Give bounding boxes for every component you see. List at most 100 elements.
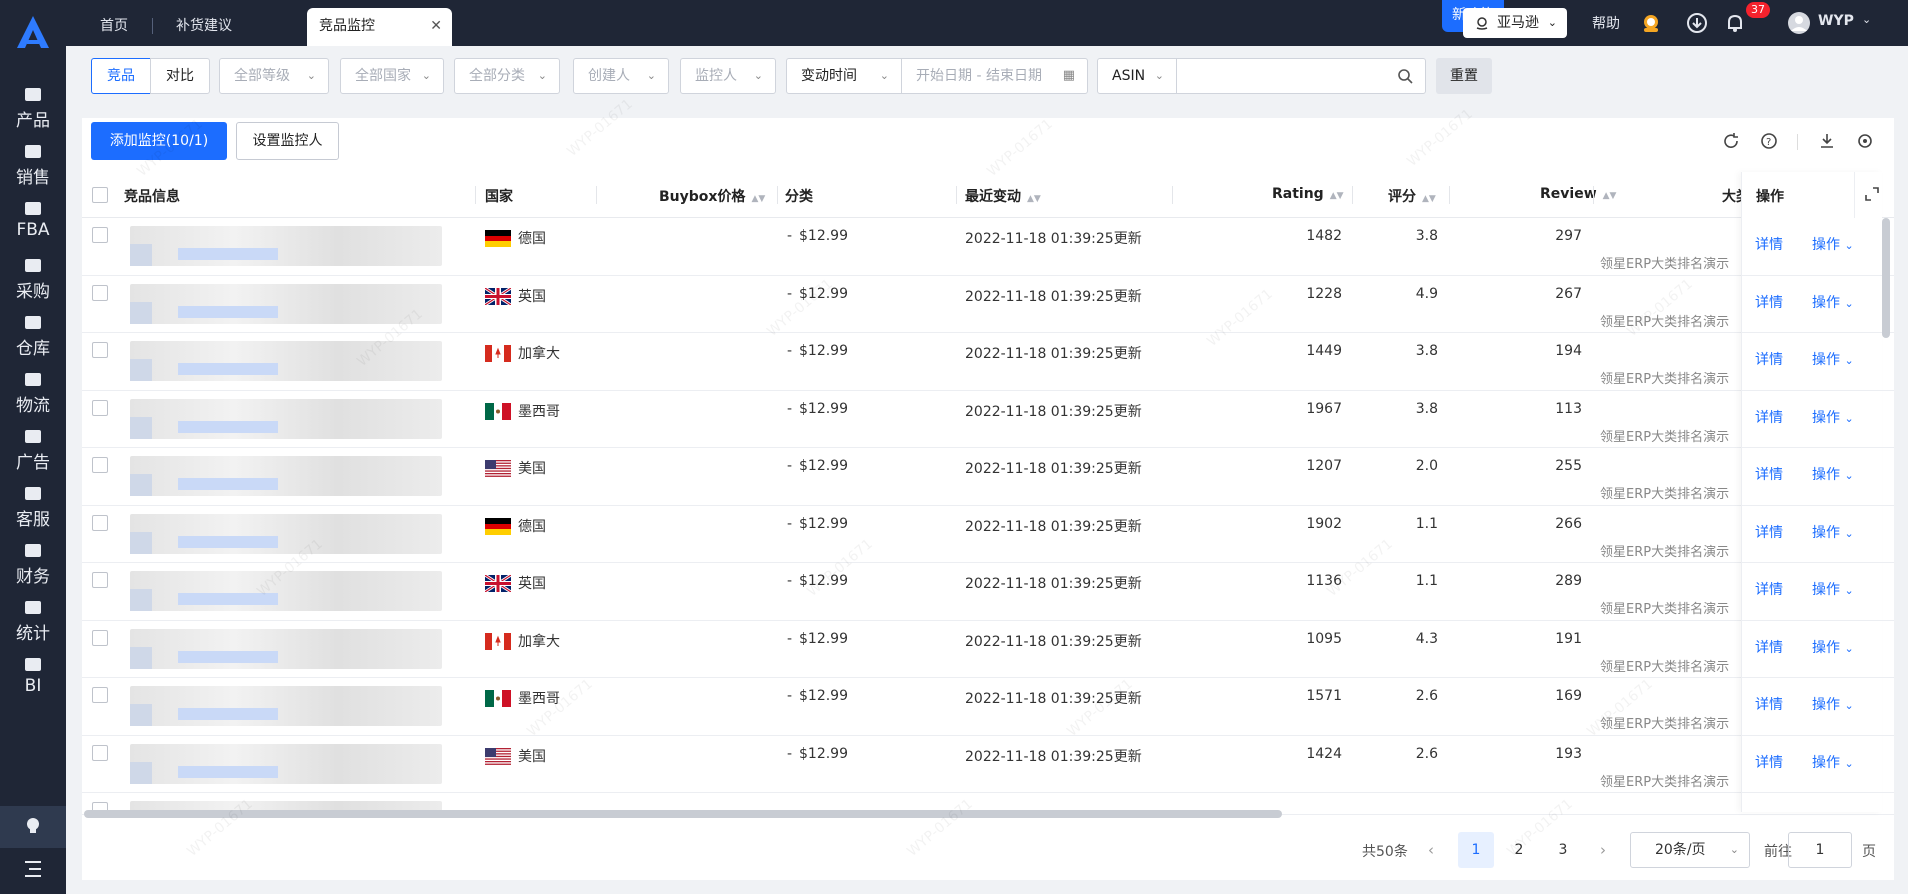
level-select[interactable]: 全部等级 ⌄ [219,58,329,94]
row-checkbox[interactable] [92,572,108,588]
product-asin-redacted[interactable] [178,363,278,375]
row-checkbox[interactable] [92,457,108,473]
row-checkbox[interactable] [92,342,108,358]
sidebar-item-warehouse[interactable]: 仓库 [0,302,66,362]
time-type-select[interactable]: 变动时间 ⌄ [786,58,902,94]
product-thumbnail[interactable] [130,704,152,726]
product-asin-redacted[interactable] [178,708,278,720]
product-asin-redacted[interactable] [178,765,278,778]
select-all-checkbox[interactable] [92,187,108,203]
page-2[interactable]: 2 [1501,832,1537,868]
tab-home[interactable]: 首页 [88,8,140,46]
sidebar-item-ads[interactable]: 广告 [0,416,66,476]
sort-icon[interactable]: ▲▼ [1603,191,1617,201]
product-asin-redacted[interactable] [178,248,278,260]
asin-type-select[interactable]: ASIN ⌄ [1097,58,1177,94]
app-logo-icon[interactable] [13,14,53,50]
table-row[interactable]: 德国 $12.99- 2022-11-18 01:39:25更新 1482 3.8 297… [82,218,1894,276]
search-input[interactable] [1176,58,1426,94]
tab-competitor-monitor[interactable]: 竞品监控 ✕ [307,8,452,46]
sidebar-item-finance[interactable]: 财务 [0,530,66,590]
more-actions-dropdown[interactable]: 操作 ⌄ [1812,234,1854,254]
page-size-select[interactable]: 20条/页 ⌄ [1630,832,1750,868]
table-row[interactable]: 美国 $12.99- 2022-11-18 01:39:25更新 1424 2.6 193… [82,735,1894,793]
detail-link[interactable]: 详情 [1755,292,1783,312]
product-asin-redacted[interactable] [178,478,278,490]
sidebar-item-service[interactable]: 客服 [0,473,66,533]
sidebar-item-stats[interactable]: 统计 [0,587,66,647]
row-checkbox[interactable] [92,744,108,761]
table-row[interactable]: 德国 $12.99- 2022-11-18 01:39:25更新 1902 1.1 266… [82,505,1894,563]
row-checkbox[interactable] [92,629,108,646]
row-checkbox[interactable] [92,284,108,301]
next-page-icon[interactable]: › [1600,841,1606,859]
col-score[interactable]: 评分 ▲▼ [1388,186,1436,206]
sidebar-item-product[interactable]: 产品 [0,74,66,134]
more-actions-dropdown[interactable]: 操作 ⌄ [1812,579,1854,599]
col-buybox[interactable]: Buybox价格 ▲▼ [659,186,765,206]
detail-link[interactable]: 详情 [1755,234,1783,254]
refresh-icon[interactable] [1722,132,1740,150]
more-actions-dropdown[interactable]: 操作 ⌄ [1812,349,1854,369]
more-actions-dropdown[interactable]: 操作 ⌄ [1812,464,1854,484]
detail-link[interactable]: 详情 [1755,407,1783,427]
product-thumbnail[interactable] [130,301,152,324]
menu-collapse-icon[interactable] [0,850,66,890]
set-monitor-person-button[interactable]: 设置监控人 [236,122,339,160]
detail-link[interactable]: 详情 [1755,349,1783,369]
detail-link[interactable]: 详情 [1755,694,1783,714]
detail-link[interactable]: 详情 [1755,752,1783,772]
category-select[interactable]: 全部分类 ⌄ [454,58,560,94]
platform-select[interactable]: 亚马逊 ⌄ [1463,8,1567,38]
more-actions-dropdown[interactable]: 操作 ⌄ [1812,407,1854,427]
date-range-picker[interactable]: 开始日期 - 结束日期 ▦ [901,58,1088,94]
table-row[interactable]: 墨西哥 $12.99- 2022-11-18 01:39:25更新 1571 2.6 16… [82,678,1894,736]
horizontal-scrollbar[interactable] [84,810,1282,818]
search-icon[interactable] [1398,69,1413,84]
segment-competitor[interactable]: 竞品 [91,58,151,94]
customer-service-icon[interactable] [1640,12,1662,34]
bulb-icon[interactable] [0,806,66,848]
detail-link[interactable]: 详情 [1755,637,1783,657]
col-last-change[interactable]: 最近变动 ▲▼ [965,186,1041,206]
expand-icon[interactable] [1864,186,1880,202]
table-row[interactable]: 美国 $12.99- 2022-11-18 01:39:25更新 1207 2.0 255… [82,448,1894,506]
detail-link[interactable]: 详情 [1755,579,1783,599]
monitor-person-select[interactable]: 监控人 ⌄ [680,58,776,94]
product-thumbnail[interactable] [130,646,152,669]
prev-page-icon[interactable]: ‹ [1428,841,1434,859]
sort-icon[interactable]: ▲▼ [751,194,765,204]
help-link[interactable]: 帮助 [1592,13,1620,33]
page-1[interactable]: 1 [1458,832,1494,868]
detail-link[interactable]: 详情 [1755,522,1783,542]
product-asin-redacted[interactable] [178,650,278,663]
help-icon[interactable]: ? [1760,132,1778,150]
more-actions-dropdown[interactable]: 操作 ⌄ [1812,522,1854,542]
product-asin-redacted[interactable] [178,305,278,318]
detail-link[interactable]: 详情 [1755,464,1783,484]
more-actions-dropdown[interactable]: 操作 ⌄ [1812,637,1854,657]
col-review[interactable]: Review ▲▼ [1540,186,1616,202]
product-thumbnail[interactable] [130,761,152,784]
goto-page-input[interactable]: 1 [1788,832,1852,868]
product-thumbnail[interactable] [130,244,152,266]
user-name[interactable]: WYP [1818,13,1854,29]
page-3[interactable]: 3 [1545,832,1581,868]
product-asin-redacted[interactable] [178,535,278,548]
product-asin-redacted[interactable] [178,420,278,433]
download-icon[interactable] [1686,12,1708,34]
vertical-scrollbar[interactable] [1882,218,1890,338]
sidebar-item-sales[interactable]: 销售 [0,131,66,191]
close-icon[interactable]: ✕ [430,8,442,44]
sidebar-item-logistics[interactable]: 物流 [0,359,66,419]
settings-icon[interactable] [1856,132,1874,150]
more-actions-dropdown[interactable]: 操作 ⌄ [1812,694,1854,714]
product-thumbnail[interactable] [130,359,152,381]
product-thumbnail[interactable] [130,589,152,611]
table-row[interactable]: 英国 $12.99- 2022-11-18 01:39:25更新 1228 4.9 267… [82,275,1894,333]
sidebar-item-purchase[interactable]: 采购 [0,245,66,305]
row-checkbox[interactable] [92,514,108,531]
add-monitor-button[interactable]: 添加监控(10/1) [91,122,227,160]
more-actions-dropdown[interactable]: 操作 ⌄ [1812,292,1854,312]
reset-button[interactable]: 重置 [1436,58,1492,94]
